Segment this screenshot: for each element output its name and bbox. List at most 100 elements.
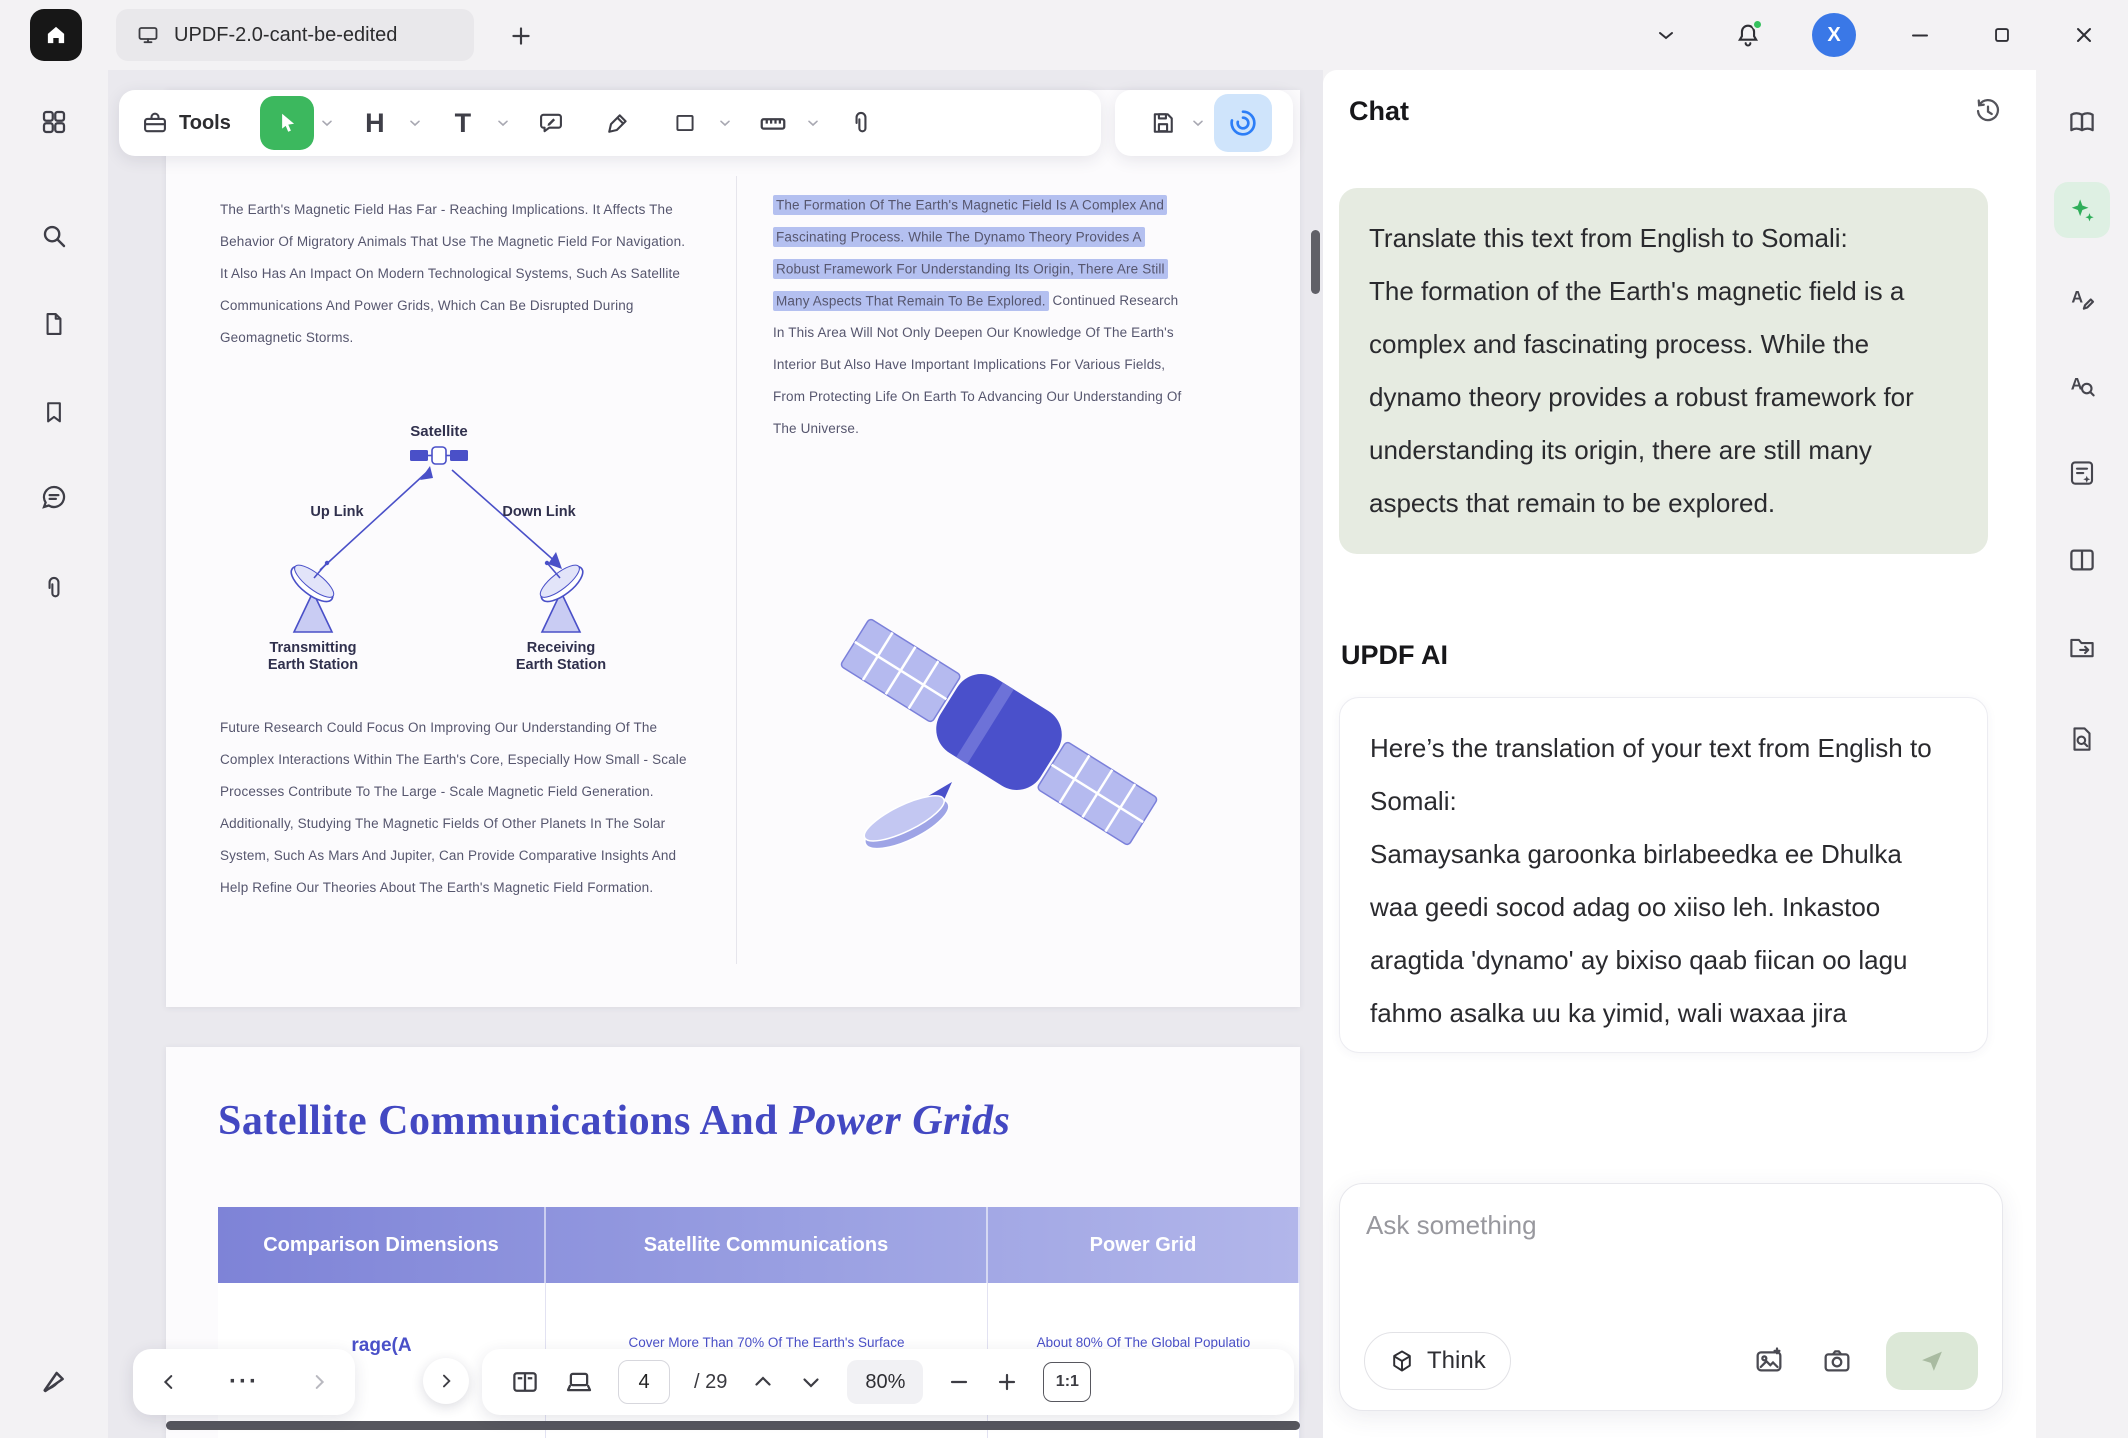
attach-tool-button[interactable]: [834, 96, 888, 150]
notifications-button[interactable]: [1730, 17, 1766, 53]
screenshot-button[interactable]: [1818, 1342, 1856, 1380]
text-tool-button[interactable]: T: [436, 96, 490, 150]
save-button[interactable]: [1136, 96, 1190, 150]
svg-text:Transmitting: Transmitting: [269, 640, 356, 656]
shape-tool-button[interactable]: [658, 96, 712, 150]
save-dropdown[interactable]: [1190, 115, 1206, 131]
folder-export-icon: [2067, 633, 2097, 663]
receiving-dish-icon: [535, 560, 588, 632]
horizontal-scrollbar[interactable]: [166, 1421, 1300, 1430]
home-button[interactable]: [30, 9, 82, 61]
annotations-button[interactable]: [24, 467, 84, 527]
measure-tool-button[interactable]: [746, 96, 800, 150]
satellite-link-diagram: Satellite Up Link Down Link: [224, 420, 654, 675]
send-plane-icon: [1918, 1347, 1946, 1375]
text-recognition-button[interactable]: A: [2054, 357, 2110, 413]
actual-size-button[interactable]: 1:1: [1043, 1362, 1091, 1402]
page-number-input[interactable]: [618, 1360, 670, 1404]
ai-assistant-button[interactable]: [2054, 182, 2110, 238]
vertical-scrollbar[interactable]: [1311, 230, 1320, 294]
pages-button[interactable]: [24, 294, 84, 354]
page4-heading[interactable]: Satellite Communications And Power Grids: [218, 1097, 1010, 1145]
search-button[interactable]: [24, 206, 84, 266]
summary-button[interactable]: [2054, 445, 2110, 501]
text-icon: T: [455, 110, 472, 137]
two-page-view-button[interactable]: [510, 1367, 540, 1397]
pen-tool-button[interactable]: [591, 96, 645, 150]
zoom-out-button[interactable]: [947, 1370, 971, 1394]
toolbox-icon: [141, 109, 169, 137]
right-sidebar: A A: [2036, 70, 2128, 1438]
signature-button[interactable]: [24, 1351, 84, 1411]
square-icon: [672, 110, 698, 136]
zoom-in-button[interactable]: [995, 1370, 1019, 1394]
account-avatar[interactable]: X: [1812, 13, 1856, 57]
text-tool-dropdown[interactable]: [495, 115, 511, 131]
marker-icon: [604, 109, 632, 137]
select-tool-dropdown[interactable]: [319, 115, 335, 131]
insert-image-button[interactable]: [1750, 1342, 1788, 1380]
search-pdf-button[interactable]: [2054, 711, 2110, 767]
collapse-toolbar-button[interactable]: [1648, 17, 1684, 53]
page3-paragraph-right[interactable]: The Formation Of The Earth's Magnetic Fi…: [773, 189, 1187, 445]
chevron-right-icon: [436, 1371, 456, 1391]
document-tab[interactable]: UPDF-2.0-cant-be-edited: [116, 9, 474, 61]
minimize-button[interactable]: [1902, 17, 1938, 53]
more-button[interactable]: ···: [229, 1368, 259, 1396]
next-page-button[interactable]: [799, 1370, 823, 1394]
page3-paragraph-left-2[interactable]: Future Research Could Focus On Improving…: [220, 712, 700, 904]
ai-assistant-to olbar-button[interactable]: [1214, 94, 1272, 152]
send-button[interactable]: [1886, 1332, 1978, 1390]
tools-button[interactable]: Tools: [135, 96, 247, 150]
chat-history-button[interactable]: [1970, 93, 2006, 129]
previous-page-button[interactable]: [751, 1370, 775, 1394]
heading-tool-dropdown[interactable]: [407, 115, 423, 131]
laptop-icon: [564, 1367, 594, 1397]
measure-tool-dropdown[interactable]: [805, 115, 821, 131]
bookmarks-button[interactable]: [24, 382, 84, 442]
notification-dot: [1752, 19, 1763, 30]
translate-button[interactable]: A: [2054, 270, 2110, 326]
heading-tool-button[interactable]: H: [348, 96, 402, 150]
heading-icon: H: [365, 110, 385, 137]
chat-input[interactable]: [1366, 1210, 1976, 1241]
ai-sender-label: UPDF AI: [1341, 640, 2036, 671]
reading-mode-button[interactable]: [564, 1367, 594, 1397]
svg-text:Up Link: Up Link: [310, 504, 364, 520]
svg-text:Earth Station: Earth Station: [268, 657, 358, 673]
thumbnails-button[interactable]: [24, 92, 84, 152]
think-button[interactable]: Think: [1364, 1332, 1511, 1390]
shape-tool-dropdown[interactable]: [717, 115, 733, 131]
maximize-button[interactable]: [1984, 17, 2020, 53]
forward-button[interactable]: [308, 1371, 330, 1393]
new-tab-button[interactable]: [504, 19, 538, 53]
select-tool-button[interactable]: [260, 96, 314, 150]
back-button[interactable]: [158, 1371, 180, 1393]
chat-title: Chat: [1349, 96, 1409, 127]
reader-mode-button[interactable]: [2054, 94, 2110, 150]
chat-input-card: Think: [1339, 1183, 2003, 1411]
paperclip-icon: [847, 109, 875, 137]
think-cube-icon: [1389, 1348, 1415, 1374]
pdf-page-3[interactable]: The Earth's Magnetic Field Has Far - Rea…: [166, 90, 1300, 1007]
heading-italic: Power Grids: [789, 1098, 1010, 1144]
export-button[interactable]: [2054, 620, 2110, 676]
comment-tool-button[interactable]: [524, 96, 578, 150]
zoom-level[interactable]: 80%: [847, 1360, 923, 1404]
page3-paragraph-left-1[interactable]: The Earth's Magnetic Field Has Far - Rea…: [220, 194, 692, 354]
titlebar: UPDF-2.0-cant-be-edited X: [0, 0, 2128, 70]
attachments-button[interactable]: [24, 558, 84, 618]
main-toolbar: Tools H T: [119, 90, 1101, 156]
grid-icon: [39, 107, 69, 137]
monitor-icon: [136, 23, 160, 47]
maximize-icon: [1991, 24, 2013, 46]
page-layout-button[interactable]: [2054, 532, 2110, 588]
close-button[interactable]: [2066, 17, 2102, 53]
svg-text:Down Link: Down Link: [502, 504, 576, 520]
expand-panel-button[interactable]: [423, 1358, 469, 1404]
user-message: Translate this text from English to Soma…: [1339, 188, 1988, 554]
left-sidebar: [0, 70, 108, 1438]
document-icon: [40, 310, 68, 338]
transmitting-dish-icon: [286, 560, 339, 632]
ai-swirl-icon: [1227, 107, 1259, 139]
